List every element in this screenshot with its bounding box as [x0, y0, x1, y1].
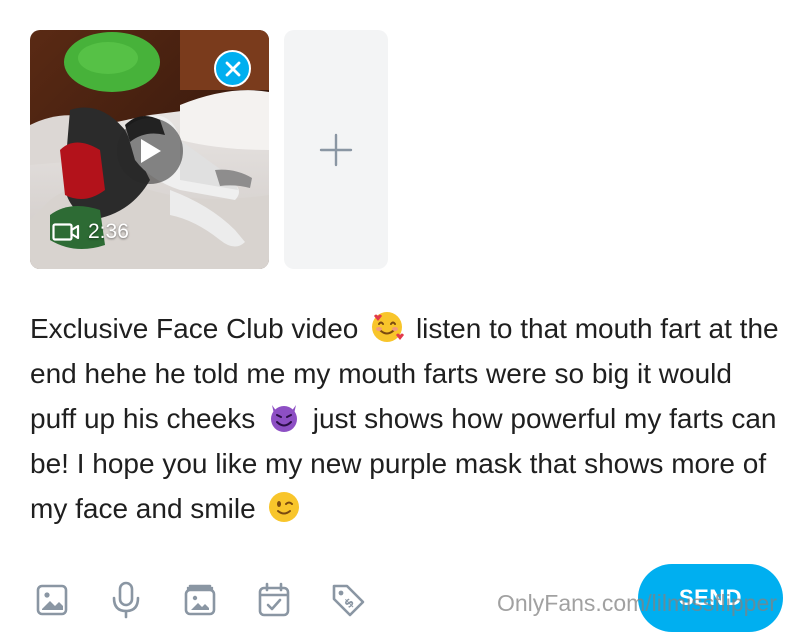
smiling-face-with-hearts-icon [372, 312, 405, 342]
add-media-button[interactable] [284, 30, 388, 269]
smiling-face-with-horns-icon [270, 405, 297, 432]
duration-text: 2:36 [88, 220, 129, 243]
caption-text-part: Exclusive Face Club video [30, 313, 359, 344]
microphone-icon [112, 581, 140, 619]
price-button[interactable]: $ [326, 578, 370, 622]
play-icon [141, 139, 161, 163]
media-vault-icon [184, 584, 216, 616]
add-image-button[interactable] [30, 578, 74, 622]
schedule-button[interactable] [252, 578, 296, 622]
remove-media-button[interactable] [214, 50, 251, 87]
vault-button[interactable] [178, 578, 222, 622]
calendar-check-icon [258, 582, 290, 617]
winking-face-icon [269, 492, 300, 522]
video-camera-icon [52, 222, 80, 242]
voice-message-button[interactable] [104, 578, 148, 622]
play-button[interactable] [117, 118, 183, 184]
price-tag-icon: $ [332, 584, 365, 617]
video-duration: 2:36 [52, 220, 129, 244]
close-icon [225, 61, 240, 76]
plus-icon [319, 133, 353, 166]
image-icon [36, 584, 68, 616]
send-button[interactable]: SEND [638, 564, 783, 632]
post-caption-text[interactable]: Exclusive Face Club video listen to that… [30, 306, 780, 531]
video-thumbnail[interactable]: 2:36 [30, 30, 269, 269]
